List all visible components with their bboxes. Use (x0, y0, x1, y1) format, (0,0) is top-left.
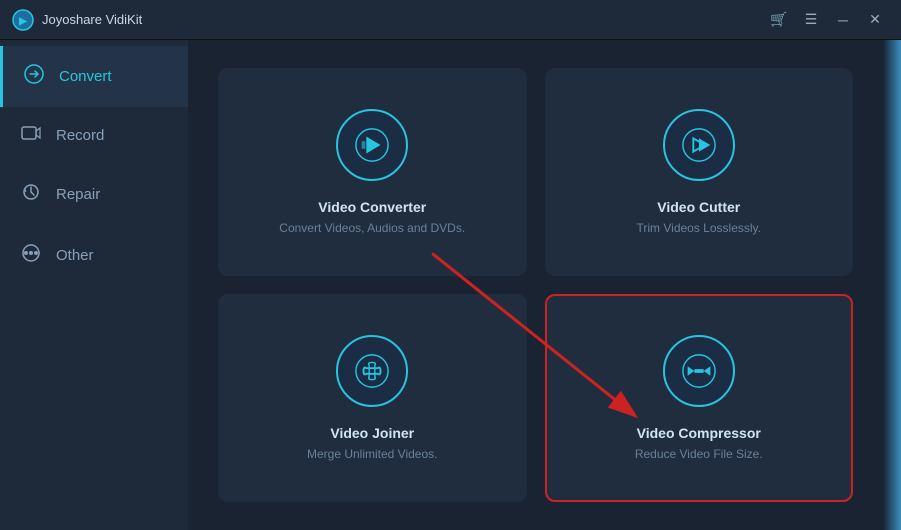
convert-icon (23, 64, 45, 89)
record-label: Record (56, 127, 104, 144)
video-converter-title: Video Converter (318, 199, 426, 215)
video-compressor-icon (681, 353, 717, 389)
video-joiner-icon-circle (336, 335, 408, 407)
window-title: Joyoshare VidiKit (42, 12, 765, 27)
svg-text:▶: ▶ (18, 16, 28, 27)
video-joiner-desc: Merge Unlimited Videos. (307, 447, 438, 461)
video-compressor-title: Video Compressor (637, 425, 761, 441)
repair-label: Repair (56, 186, 100, 203)
convert-label: Convert (59, 68, 112, 85)
repair-icon (20, 182, 42, 207)
app-body: Convert Record Repair (0, 40, 901, 530)
store-button[interactable]: 🛒 (765, 9, 793, 31)
record-icon (20, 125, 42, 146)
app-logo-icon: ▶ (12, 9, 34, 31)
sidebar-item-other[interactable]: Other (0, 225, 188, 286)
window-controls: 🛒 ☰ ─ ✕ (765, 9, 889, 31)
video-compressor-icon-circle (663, 335, 735, 407)
video-cutter-icon (681, 127, 717, 163)
video-cutter-desc: Trim Videos Losslessly. (637, 221, 761, 235)
sidebar-item-repair[interactable]: Repair (0, 164, 188, 225)
video-converter-desc: Convert Videos, Audios and DVDs. (279, 221, 465, 235)
video-cutter-icon-circle (663, 109, 735, 181)
card-video-compressor[interactable]: Video Compressor Reduce Video File Size. (545, 294, 854, 502)
sidebar-item-record[interactable]: Record (0, 107, 188, 164)
menu-button[interactable]: ☰ (797, 9, 825, 31)
close-button[interactable]: ✕ (861, 9, 889, 31)
other-label: Other (56, 247, 94, 264)
right-edge (883, 40, 901, 530)
other-icon (20, 243, 42, 268)
title-bar: ▶ Joyoshare VidiKit 🛒 ☰ ─ ✕ (0, 0, 901, 40)
content-area: Video Converter Convert Videos, Audios a… (188, 40, 883, 530)
video-compressor-desc: Reduce Video File Size. (635, 447, 763, 461)
video-joiner-title: Video Joiner (330, 425, 414, 441)
video-cutter-title: Video Cutter (657, 199, 740, 215)
video-converter-icon-circle (336, 109, 408, 181)
video-converter-icon (354, 127, 390, 163)
video-joiner-icon (354, 353, 390, 389)
minimize-button[interactable]: ─ (829, 9, 857, 31)
sidebar: Convert Record Repair (0, 40, 188, 530)
card-video-cutter[interactable]: Video Cutter Trim Videos Losslessly. (545, 68, 854, 276)
card-video-joiner[interactable]: Video Joiner Merge Unlimited Videos. (218, 294, 527, 502)
sidebar-item-convert[interactable]: Convert (0, 46, 188, 107)
card-video-converter[interactable]: Video Converter Convert Videos, Audios a… (218, 68, 527, 276)
